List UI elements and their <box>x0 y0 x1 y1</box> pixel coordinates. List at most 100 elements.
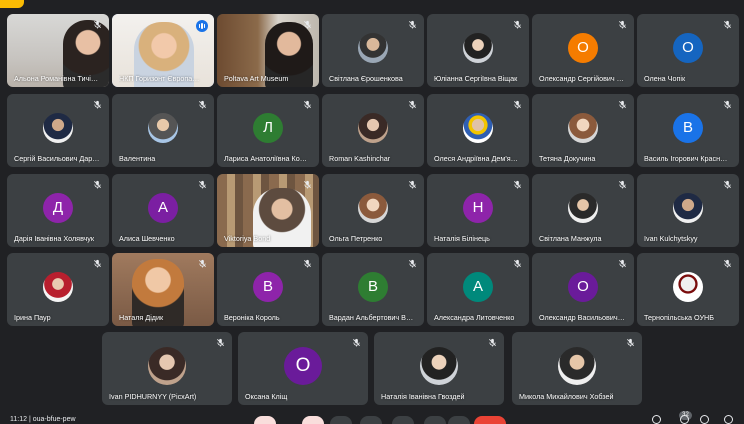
mic-toggle-button[interactable] <box>254 416 276 424</box>
participant-avatar: В <box>673 112 703 143</box>
participant-tile[interactable]: А Александра Литовченко <box>427 253 529 326</box>
participant-avatar: Н <box>463 192 493 223</box>
participant-name: Василь Ігорович Красн… <box>644 154 728 163</box>
participant-avatar <box>558 346 596 385</box>
participant-tile[interactable]: О Олександр Васильович… <box>532 253 634 326</box>
participant-tile[interactable]: В Василь Ігорович Красн… <box>637 94 739 167</box>
participant-name: Олександр Сергійович … <box>539 74 624 83</box>
chat-icon[interactable] <box>700 415 709 424</box>
more-options-button[interactable] <box>448 416 470 424</box>
participant-avatar: О <box>568 271 598 302</box>
participant-avatar: Л <box>253 112 283 143</box>
participant-avatar <box>568 192 598 223</box>
mic-off-icon <box>93 100 102 109</box>
participant-tile[interactable]: Ірина Паур <box>7 253 109 326</box>
participant-avatar: О <box>673 32 703 63</box>
participant-tile[interactable]: Тернопільська ОУНБ <box>637 253 739 326</box>
captions-button[interactable] <box>330 416 352 424</box>
participant-tile[interactable]: В Вероніка Король <box>217 253 319 326</box>
participant-name: Viktoriya Bond <box>224 234 271 243</box>
participant-tile[interactable]: Світлана Манжула <box>532 174 634 247</box>
participant-name: Альона Романівна Тичі… <box>14 74 99 83</box>
mic-off-icon <box>408 100 417 109</box>
participant-tile[interactable]: Валентина <box>112 94 214 167</box>
participant-avatar: О <box>568 32 598 63</box>
participant-name: Світлана Єрошенкова <box>329 74 403 83</box>
present-button[interactable] <box>392 416 414 424</box>
participant-tile[interactable]: Наталія Іванівна Гвоздей <box>374 332 504 405</box>
participant-name: Наталія Іванівна Гвоздей <box>381 392 465 401</box>
participant-tile[interactable]: О Олена Чопік <box>637 14 739 87</box>
mic-off-icon <box>352 338 361 347</box>
participant-tile[interactable]: Ivan PIDHURNYY (PicxArt) <box>102 332 232 405</box>
people-icon[interactable] <box>680 415 689 424</box>
participant-avatar <box>358 112 388 143</box>
participant-name: Наталія Білінець <box>434 234 490 243</box>
participant-tile[interactable]: Юліанна Сергіївна Віщак <box>427 14 529 87</box>
participant-avatar <box>358 192 388 223</box>
participant-tile[interactable]: Світлана Єрошенкова <box>322 14 424 87</box>
participant-tile[interactable]: В Вардан Альбертович В… <box>322 253 424 326</box>
participant-avatar <box>148 346 186 385</box>
participant-avatar <box>43 112 73 143</box>
mic-off-icon <box>723 100 732 109</box>
participant-avatar <box>358 32 388 63</box>
mic-off-icon <box>618 20 627 29</box>
participant-tile[interactable]: Ivan Kulchytskyy <box>637 174 739 247</box>
participant-grid: Альона Романівна Тичі… НКП Горизонт Європ… <box>0 0 744 410</box>
participant-name: Ivan PIDHURNYY (PicxArt) <box>109 392 197 401</box>
raise-hand-button[interactable] <box>424 416 446 424</box>
participant-tile[interactable]: Микола Михайлович Хобзей <box>512 332 642 405</box>
participant-tile[interactable]: Poltava Art Museum <box>217 14 319 87</box>
emoji-button[interactable] <box>360 416 382 424</box>
participant-name: Ivan Kulchytskyy <box>644 234 698 243</box>
mic-off-icon <box>303 180 312 189</box>
participant-name: НКП Горизонт Європа… <box>119 74 200 83</box>
mic-off-icon <box>626 338 635 347</box>
participant-name: Валентина <box>119 154 156 163</box>
participant-tile[interactable]: Viktoriya Bond <box>217 174 319 247</box>
info-icon[interactable] <box>652 415 661 424</box>
mic-off-icon <box>618 100 627 109</box>
participant-tile[interactable]: Альона Романівна Тичі… <box>7 14 109 87</box>
participant-name: Олександр Васильович… <box>539 313 625 322</box>
leave-call-button[interactable] <box>474 416 506 424</box>
mic-off-icon <box>513 180 522 189</box>
participant-tile[interactable]: О Оксана Кліщ <box>238 332 368 405</box>
participant-avatar <box>673 271 703 302</box>
participant-name: Ірина Паур <box>14 313 51 322</box>
mic-off-icon <box>513 259 522 268</box>
participant-tile[interactable]: Тетяна Докучина <box>532 94 634 167</box>
participant-avatar: В <box>253 271 283 302</box>
participant-name: Тернопільська ОУНБ <box>644 313 714 322</box>
participant-avatar <box>43 271 73 302</box>
mic-off-icon <box>723 20 732 29</box>
participant-tile[interactable]: Олеся Андріївна Дем'я… <box>427 94 529 167</box>
participant-tile[interactable]: О Олександр Сергійович … <box>532 14 634 87</box>
participant-name: Світлана Манжула <box>539 234 602 243</box>
participant-tile[interactable]: НКП Горизонт Європа… <box>112 14 214 87</box>
mic-off-icon <box>216 338 225 347</box>
participant-tile[interactable]: Д Дарія Іванівна Холявчук <box>7 174 109 247</box>
participant-tile[interactable]: Roman Kashinchar <box>322 94 424 167</box>
mic-off-icon <box>303 20 312 29</box>
participant-name: Ольга Петренко <box>329 234 383 243</box>
mic-off-icon <box>93 20 102 29</box>
mic-off-icon <box>513 20 522 29</box>
participant-name: Вероніка Король <box>224 313 280 322</box>
notification-tab[interactable] <box>0 0 24 8</box>
activities-icon[interactable] <box>724 415 733 424</box>
participant-tile[interactable]: А Алиса Шевченко <box>112 174 214 247</box>
participant-avatar <box>148 112 178 143</box>
participant-name: Алиса Шевченко <box>119 234 175 243</box>
participant-tile[interactable]: Н Наталія Білінець <box>427 174 529 247</box>
mic-off-icon <box>618 259 627 268</box>
participant-name: Тетяна Докучина <box>539 154 596 163</box>
participant-tile[interactable]: Сергій Васильович Дар… <box>7 94 109 167</box>
participant-tile[interactable]: Л Лариса Анатоліївна Ко… <box>217 94 319 167</box>
participant-name: Олена Чопік <box>644 74 686 83</box>
participant-tile[interactable]: Наталя Дідик <box>112 253 214 326</box>
camera-toggle-button[interactable] <box>302 416 324 424</box>
mic-off-icon <box>303 100 312 109</box>
participant-tile[interactable]: Ольга Петренко <box>322 174 424 247</box>
